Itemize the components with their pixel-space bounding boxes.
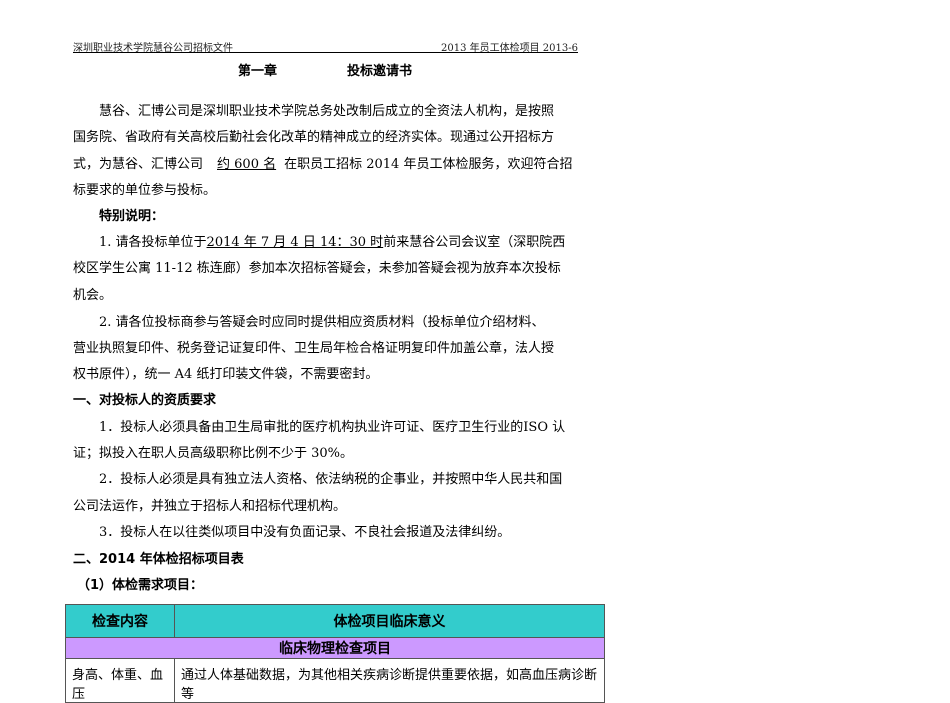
special-item: 1. 请各投标单位于2014 年 7 月 4 日 14：30 时前来慧谷公司会议… [99, 235, 566, 250]
group-label: 临床物理检查项目 [65, 637, 605, 659]
special-heading: 特别说明： [99, 209, 165, 224]
intro-line: 标要求的单位参与投标。 [73, 183, 217, 198]
special-item: 2. 请各位投标商参与答疑会时应同时提供相应资质材料（投标单位介绍材料、 [99, 315, 545, 330]
employee-count: 约 600 名 [217, 157, 277, 172]
intro-line: 慧谷、汇博公司是深圳职业技术学院总务处改制后成立的全资法人机构，是按照 [99, 104, 555, 119]
page-header: 深圳职业技术学院慧谷公司招标文件 2013 年员工体检项目 2013-6 [73, 39, 578, 54]
requirement: 3．投标人在以往类似项目中没有负面记录、不良社会报道及法律纠纷。 [99, 525, 511, 540]
col-header: 检查内容 [65, 604, 175, 638]
header-right: 2013 年员工体检项目 2013-6 [441, 43, 578, 54]
special-item: 校区学生公寓 11-12 栋连廊）参加本次招标答疑会，未参加答疑会视为放弃本次投… [73, 261, 561, 276]
special-item: 机会。 [73, 288, 113, 303]
section2-sub: （1）体检需求项目： [77, 578, 204, 593]
special-item: 权书原件），统一 A4 纸打印装文件袋，不需要密封。 [73, 367, 379, 382]
requirement: 公司法运作，并独立于招标人和招标代理机构。 [73, 499, 347, 514]
exam-item: 身高、体重、血压 [65, 658, 175, 703]
group-row: 临床物理检查项目 [65, 637, 605, 659]
col-header: 体检项目临床意义 [174, 604, 605, 638]
exam-meaning: 通过人体基础数据，为其他相关疾病诊断提供重要依据，如高血压病诊断等 [174, 658, 605, 703]
chapter-title: 第一章 投标邀请书 [0, 60, 650, 79]
intro-line: 国务院、省政府有关高校后勤社会化改革的精神成立的经济实体。现通过公开招标方 [73, 130, 555, 145]
exam-table: 检查内容 体检项目临床意义 临床物理检查项目 身高、体重、血压 通过人体基础数据，为… [65, 604, 605, 703]
intro-line: 式，为慧谷、汇博公司约 600 名在职员工招标 2014 年员工体检服务，欢迎符… [73, 157, 573, 172]
header-left: 深圳职业技术学院慧谷公司招标文件 [73, 43, 233, 54]
requirement: 证；拟投入在职人员高级职称比例不少于 30%。 [73, 446, 354, 461]
requirement: 1．投标人必须具备由卫生局审批的医疗机构执业许可证、医疗卫生行业的ISO 认 [99, 420, 566, 435]
section2-heading: 二、2014 年体检招标项目表 [73, 552, 244, 567]
chapter-name: 投标邀请书 [347, 64, 413, 79]
requirement: 2．投标人必须是具有独立法人资格、依法纳税的企事业，并按照中华人民共和国 [99, 472, 563, 487]
meeting-time: 2014 年 7 月 4 日 14：30 时 [206, 235, 384, 250]
table-row: 身高、体重、血压 通过人体基础数据，为其他相关疾病诊断提供重要依据，如高血压病诊断… [65, 658, 605, 703]
special-item: 营业执照复印件、税务登记证复印件、卫生局年检合格证明复印件加盖公章，法人授 [73, 341, 555, 356]
chapter-number: 第一章 [237, 64, 277, 79]
section1-heading: 一、对投标人的资质要求 [73, 393, 217, 408]
table-header: 检查内容 体检项目临床意义 [65, 604, 605, 638]
